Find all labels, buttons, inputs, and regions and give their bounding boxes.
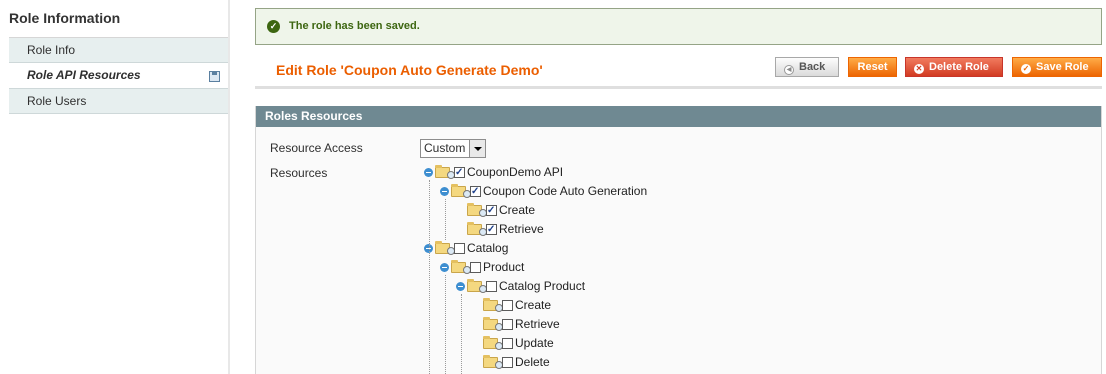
delete-role-button[interactable]: ✕ Delete Role [905, 57, 1003, 77]
back-button[interactable]: ◀ Back [775, 57, 839, 77]
tree-node-checkbox[interactable] [486, 281, 497, 292]
title-divider [255, 86, 1102, 89]
sidebar-divider [228, 0, 230, 374]
resources-label: Resources [270, 166, 328, 180]
sidebar-item-label: Role API Resources [27, 68, 141, 82]
tree-node-checkbox[interactable] [502, 338, 513, 349]
collapse-toggle-icon[interactable] [424, 168, 433, 177]
tree-node-checkbox[interactable] [486, 202, 497, 219]
page-title: Edit Role 'Coupon Auto Generate Demo' [276, 62, 543, 78]
sidebar-item-role-info[interactable]: Role Info [9, 38, 230, 63]
success-check-icon: ✓ [267, 20, 280, 33]
sidebar: Role Information Role Info Role API Reso… [0, 0, 230, 374]
tree-node-checkbox[interactable] [470, 183, 481, 200]
tree-node-label: CouponDemo API [467, 165, 564, 179]
collapse-toggle-icon[interactable] [440, 187, 449, 196]
tree-node-checkbox[interactable] [486, 221, 497, 238]
tree-guide-line [445, 199, 446, 240]
delete-button-label: Delete Role [929, 61, 989, 73]
save-check-icon: ✓ [1021, 64, 1031, 74]
tree-guide-line [461, 294, 462, 374]
sidebar-item-role-api-resources[interactable]: Role API Resources [9, 63, 230, 89]
tree-node-label: Create [515, 298, 552, 312]
tree-node-checkbox[interactable] [502, 300, 513, 311]
tree-node-label: Retrieve [515, 317, 560, 331]
save-role-button[interactable]: ✓ Save Role [1012, 57, 1102, 77]
success-message: ✓ The role has been saved. [255, 8, 1102, 45]
changed-icon [209, 71, 220, 82]
back-button-label: Back [799, 61, 826, 73]
tree-node-label: Catalog Product [499, 279, 586, 293]
section-header: Roles Resources [256, 106, 1101, 127]
tree-node-checkbox[interactable] [470, 262, 481, 273]
sidebar-tabs: Role Info Role API Resources Role Users [9, 37, 230, 114]
reset-button[interactable]: Reset [848, 57, 897, 77]
tree-node-label: Delete [515, 355, 550, 369]
collapse-toggle-icon[interactable] [456, 282, 465, 291]
tree-node-label: Update [515, 336, 554, 350]
tree-node-checkbox[interactable] [454, 164, 465, 181]
roles-resources-section: Roles Resources [255, 106, 1102, 374]
resource-access-value: Custom [424, 141, 466, 155]
collapse-toggle-icon[interactable] [440, 263, 449, 272]
tree-node-label: Product [483, 260, 525, 274]
back-arrow-icon: ◀ [784, 65, 794, 75]
sidebar-title: Role Information [9, 10, 121, 26]
tree-node-label: Retrieve [499, 222, 544, 236]
tree-node-checkbox[interactable] [502, 357, 513, 368]
tree-node-checkbox[interactable] [502, 319, 513, 330]
sidebar-item-role-users[interactable]: Role Users [9, 89, 230, 114]
tree-node-label: Coupon Code Auto Generation [483, 184, 648, 198]
tree-guide-line [445, 275, 446, 374]
save-button-label: Save Role [1036, 61, 1089, 73]
dropdown-arrow-icon [469, 140, 485, 157]
tree-node-label: Catalog [467, 241, 509, 255]
resource-access-select[interactable]: Custom [420, 139, 486, 158]
success-message-text: The role has been saved. [289, 20, 420, 32]
resource-access-label: Resource Access [270, 141, 363, 155]
tree-guide-line [429, 180, 430, 374]
tree-node-checkbox[interactable] [454, 243, 465, 254]
delete-icon: ✕ [914, 64, 924, 74]
tree-node-label: Create [499, 203, 536, 217]
